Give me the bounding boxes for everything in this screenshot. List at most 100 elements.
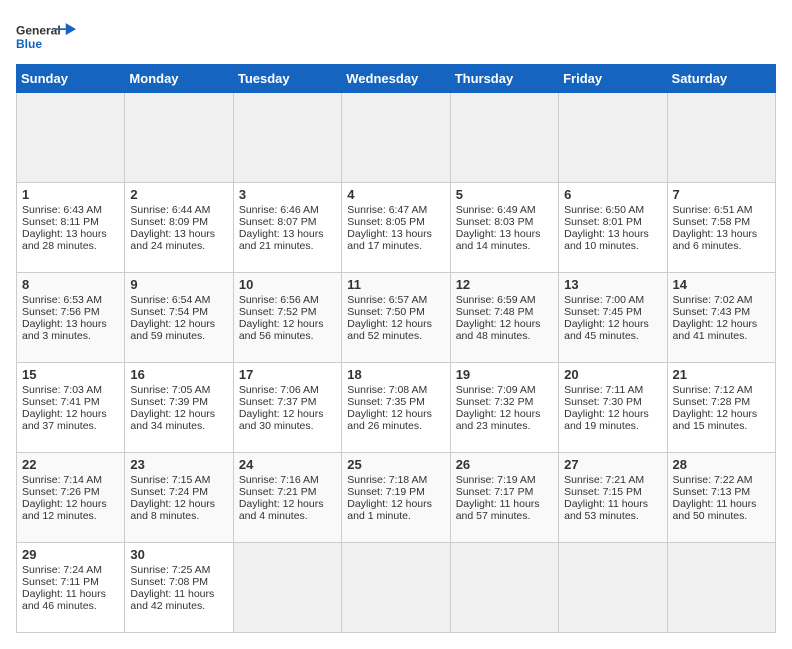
day-number: 10 bbox=[239, 277, 336, 292]
calendar-cell bbox=[342, 93, 450, 183]
day-info-line: and 42 minutes. bbox=[130, 600, 227, 612]
day-number: 21 bbox=[673, 367, 770, 382]
day-number: 24 bbox=[239, 457, 336, 472]
day-info-line: Sunrise: 6:54 AM bbox=[130, 294, 227, 306]
day-info-line: Sunrise: 7:12 AM bbox=[673, 384, 770, 396]
day-number: 9 bbox=[130, 277, 227, 292]
day-info-line: and 34 minutes. bbox=[130, 420, 227, 432]
day-number: 2 bbox=[130, 187, 227, 202]
day-info-line: Daylight: 12 hours bbox=[347, 498, 444, 510]
header: General Blue bbox=[16, 16, 776, 56]
day-info-line: Daylight: 13 hours bbox=[22, 228, 119, 240]
day-info-line: Sunset: 8:11 PM bbox=[22, 216, 119, 228]
day-info-line: Daylight: 11 hours bbox=[22, 588, 119, 600]
day-info-line: Sunset: 8:07 PM bbox=[239, 216, 336, 228]
day-number: 16 bbox=[130, 367, 227, 382]
day-number: 22 bbox=[22, 457, 119, 472]
calendar-cell bbox=[233, 543, 341, 633]
day-number: 4 bbox=[347, 187, 444, 202]
day-number: 28 bbox=[673, 457, 770, 472]
day-info-line: and 4 minutes. bbox=[239, 510, 336, 522]
day-info-line: Sunrise: 7:15 AM bbox=[130, 474, 227, 486]
calendar-cell: 20Sunrise: 7:11 AMSunset: 7:30 PMDayligh… bbox=[559, 363, 667, 453]
calendar-cell bbox=[342, 543, 450, 633]
day-info-line: and 41 minutes. bbox=[673, 330, 770, 342]
day-info-line: Sunset: 7:45 PM bbox=[564, 306, 661, 318]
day-info-line: Sunset: 7:26 PM bbox=[22, 486, 119, 498]
col-header-wednesday: Wednesday bbox=[342, 65, 450, 93]
day-info-line: and 8 minutes. bbox=[130, 510, 227, 522]
day-info-line: Daylight: 13 hours bbox=[130, 228, 227, 240]
calendar-cell: 8Sunrise: 6:53 AMSunset: 7:56 PMDaylight… bbox=[17, 273, 125, 363]
day-info-line: and 56 minutes. bbox=[239, 330, 336, 342]
day-number: 29 bbox=[22, 547, 119, 562]
day-number: 7 bbox=[673, 187, 770, 202]
day-info-line: and 3 minutes. bbox=[22, 330, 119, 342]
day-info-line: Sunset: 8:09 PM bbox=[130, 216, 227, 228]
day-info-line: Sunset: 7:19 PM bbox=[347, 486, 444, 498]
day-info-line: Daylight: 12 hours bbox=[347, 318, 444, 330]
day-info-line: Sunrise: 7:18 AM bbox=[347, 474, 444, 486]
calendar-cell: 4Sunrise: 6:47 AMSunset: 8:05 PMDaylight… bbox=[342, 183, 450, 273]
calendar-week-row: 8Sunrise: 6:53 AMSunset: 7:56 PMDaylight… bbox=[17, 273, 776, 363]
day-info-line: Daylight: 12 hours bbox=[673, 318, 770, 330]
col-header-saturday: Saturday bbox=[667, 65, 775, 93]
day-info-line: Sunrise: 6:49 AM bbox=[456, 204, 553, 216]
day-number: 11 bbox=[347, 277, 444, 292]
day-info-line: Daylight: 11 hours bbox=[673, 498, 770, 510]
day-info-line: and 1 minute. bbox=[347, 510, 444, 522]
day-info-line: Sunset: 7:50 PM bbox=[347, 306, 444, 318]
day-number: 5 bbox=[456, 187, 553, 202]
day-info-line: and 24 minutes. bbox=[130, 240, 227, 252]
calendar-cell: 23Sunrise: 7:15 AMSunset: 7:24 PMDayligh… bbox=[125, 453, 233, 543]
day-info-line: Sunset: 7:28 PM bbox=[673, 396, 770, 408]
day-info-line: Sunrise: 6:56 AM bbox=[239, 294, 336, 306]
day-info-line: and 59 minutes. bbox=[130, 330, 227, 342]
day-info-line: Daylight: 12 hours bbox=[564, 318, 661, 330]
calendar-cell: 2Sunrise: 6:44 AMSunset: 8:09 PMDaylight… bbox=[125, 183, 233, 273]
day-info-line: Sunset: 7:11 PM bbox=[22, 576, 119, 588]
logo-svg: General Blue bbox=[16, 16, 76, 56]
day-info-line: Sunrise: 7:08 AM bbox=[347, 384, 444, 396]
col-header-monday: Monday bbox=[125, 65, 233, 93]
day-number: 15 bbox=[22, 367, 119, 382]
day-info-line: Daylight: 12 hours bbox=[130, 408, 227, 420]
day-info-line: Sunset: 7:08 PM bbox=[130, 576, 227, 588]
day-info-line: and 57 minutes. bbox=[456, 510, 553, 522]
calendar-cell: 3Sunrise: 6:46 AMSunset: 8:07 PMDaylight… bbox=[233, 183, 341, 273]
day-number: 17 bbox=[239, 367, 336, 382]
day-info-line: Sunrise: 6:57 AM bbox=[347, 294, 444, 306]
day-info-line: Sunset: 7:52 PM bbox=[239, 306, 336, 318]
calendar-week-row: 15Sunrise: 7:03 AMSunset: 7:41 PMDayligh… bbox=[17, 363, 776, 453]
day-number: 6 bbox=[564, 187, 661, 202]
day-number: 12 bbox=[456, 277, 553, 292]
calendar-cell: 6Sunrise: 6:50 AMSunset: 8:01 PMDaylight… bbox=[559, 183, 667, 273]
calendar-week-row bbox=[17, 93, 776, 183]
calendar-cell bbox=[125, 93, 233, 183]
day-number: 1 bbox=[22, 187, 119, 202]
day-info-line: Sunrise: 7:06 AM bbox=[239, 384, 336, 396]
day-info-line: Sunset: 7:41 PM bbox=[22, 396, 119, 408]
day-info-line: Daylight: 12 hours bbox=[456, 318, 553, 330]
day-info-line: Sunset: 7:48 PM bbox=[456, 306, 553, 318]
calendar-cell: 12Sunrise: 6:59 AMSunset: 7:48 PMDayligh… bbox=[450, 273, 558, 363]
svg-text:Blue: Blue bbox=[16, 37, 42, 51]
day-info-line: Sunset: 7:32 PM bbox=[456, 396, 553, 408]
day-info-line: Sunrise: 6:50 AM bbox=[564, 204, 661, 216]
calendar-cell bbox=[450, 93, 558, 183]
day-info-line: and 15 minutes. bbox=[673, 420, 770, 432]
day-info-line: and 46 minutes. bbox=[22, 600, 119, 612]
day-number: 14 bbox=[673, 277, 770, 292]
day-info-line: Daylight: 12 hours bbox=[22, 408, 119, 420]
day-info-line: Daylight: 13 hours bbox=[347, 228, 444, 240]
day-info-line: Sunrise: 7:21 AM bbox=[564, 474, 661, 486]
calendar-cell bbox=[233, 93, 341, 183]
day-number: 26 bbox=[456, 457, 553, 472]
day-info-line: Sunrise: 7:09 AM bbox=[456, 384, 553, 396]
calendar-cell: 5Sunrise: 6:49 AMSunset: 8:03 PMDaylight… bbox=[450, 183, 558, 273]
day-info-line: Sunrise: 7:05 AM bbox=[130, 384, 227, 396]
day-number: 13 bbox=[564, 277, 661, 292]
day-info-line: Sunrise: 7:24 AM bbox=[22, 564, 119, 576]
calendar-cell: 17Sunrise: 7:06 AMSunset: 7:37 PMDayligh… bbox=[233, 363, 341, 453]
day-info-line: Sunrise: 7:00 AM bbox=[564, 294, 661, 306]
